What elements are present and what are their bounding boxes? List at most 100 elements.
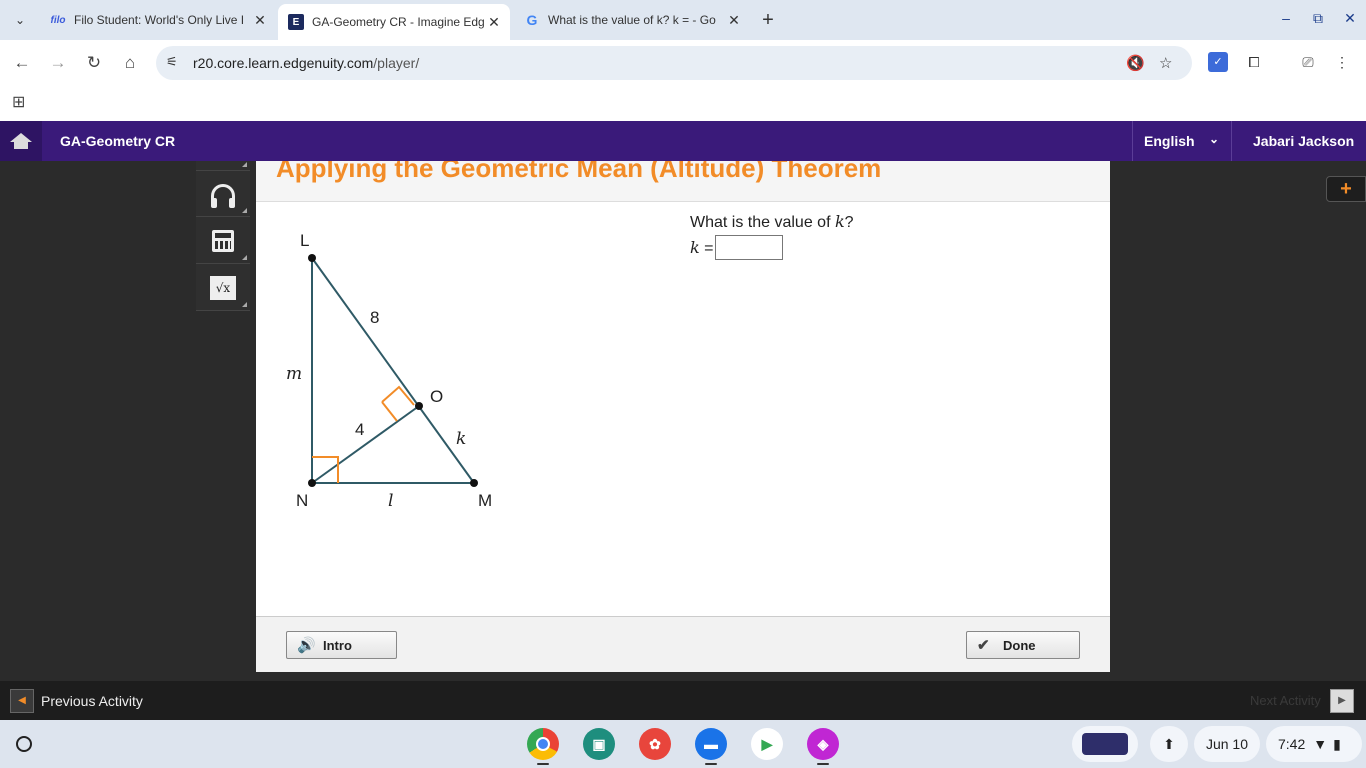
vertex-O-dot xyxy=(415,402,423,410)
headphones-icon xyxy=(211,183,235,208)
battery-icon: ▮ xyxy=(1333,735,1341,752)
next-activity-label[interactable]: Next Activity xyxy=(1250,693,1321,708)
new-tab-icon[interactable]: + xyxy=(758,8,778,32)
vertex-label-O: O xyxy=(430,387,443,406)
date-tray[interactable]: Jun 10 xyxy=(1194,726,1260,762)
site-info-icon[interactable]: ⚟ xyxy=(166,54,178,70)
upload-icon[interactable]: ⬆ xyxy=(1150,726,1188,762)
segment-NO xyxy=(311,405,420,484)
cast-icon[interactable]: ⎚ xyxy=(1298,52,1318,72)
segment-LM xyxy=(311,257,475,484)
previous-activity-button[interactable]: ◀ xyxy=(10,689,34,713)
calculator-icon xyxy=(212,229,234,252)
files-app-icon[interactable]: ▬ xyxy=(695,728,727,760)
close-tab-icon[interactable]: ✕ xyxy=(724,12,744,29)
tab-title: What is the value of k? k = - Go xyxy=(548,13,716,27)
next-activity-button[interactable]: ▶ xyxy=(1330,689,1354,713)
previous-activity-label[interactable]: Previous Activity xyxy=(41,693,143,709)
back-icon[interactable]: ← xyxy=(11,52,33,74)
speaker-icon: 🔊 xyxy=(297,637,316,654)
language-label: English xyxy=(1144,133,1195,149)
course-title: GA-Geometry CR xyxy=(60,133,176,149)
done-label: Done xyxy=(1003,637,1036,653)
chrome-app-icon[interactable] xyxy=(527,728,559,760)
launcher-icon[interactable] xyxy=(16,736,32,752)
omnibox[interactable]: ⚟ r20.core.learn.edgenuity.com/player/ 🔇… xyxy=(156,46,1192,80)
language-select[interactable]: English ⌄ xyxy=(1132,121,1232,161)
restore-icon[interactable]: ⧉ xyxy=(1308,8,1328,28)
browser-tab-strip: ⌄ filo Filo Student: World's Only Live I… xyxy=(0,0,1366,40)
calculator-tool[interactable] xyxy=(196,218,250,264)
holding-space-tray[interactable] xyxy=(1072,726,1138,762)
tab-title: Filo Student: World's Only Live I xyxy=(74,13,245,27)
vertex-label-M: M xyxy=(478,491,492,510)
lesson-title: Applying the Geometric Mean (Altitude) T… xyxy=(276,161,882,183)
reload-icon[interactable]: ↻ xyxy=(83,52,105,74)
close-tab-icon[interactable]: ✕ xyxy=(250,12,270,29)
os-shelf: ▣ ✿ ▬ ▶ ◈ ⬆ Jun 10 7:42 ▼ ▮ xyxy=(0,720,1366,768)
lesson-footer: 🔊 Intro ✔ Done xyxy=(256,616,1110,672)
right-angle-O xyxy=(381,385,415,406)
bookmark-star-icon[interactable]: ☆ xyxy=(1159,54,1172,72)
date-text: Jun 10 xyxy=(1205,736,1249,752)
formula-tool[interactable]: √x xyxy=(196,265,250,311)
activity-nav-bar: ◀ Previous Activity Next Activity ▶ xyxy=(0,681,1366,720)
url-path: /player/ xyxy=(373,55,420,71)
url-host: r20.core.learn.edgenuity.com xyxy=(193,55,374,71)
course-home-icon[interactable] xyxy=(0,121,42,161)
lesson-panel: Applying the Geometric Mean (Altitude) T… xyxy=(256,161,1110,672)
checkmark-icon: ✔ xyxy=(977,637,990,654)
address-bar-row: ← → ↻ ⌂ ⚟ r20.core.learn.edgenuity.com/p… xyxy=(0,40,1366,86)
tab-title: GA-Geometry CR - Imagine Edg xyxy=(312,15,484,29)
answer-variable: k xyxy=(690,238,700,257)
intro-button[interactable]: 🔊 Intro xyxy=(286,631,397,659)
canvas-app-icon[interactable]: ✿ xyxy=(639,728,671,760)
label-LO: 8 xyxy=(370,308,379,327)
user-name[interactable]: Jabari Jackson xyxy=(1253,133,1354,149)
edgenuity-icon: E xyxy=(288,14,304,30)
answer-input[interactable] xyxy=(715,235,783,260)
muted-icon[interactable]: 🔇 xyxy=(1126,54,1145,72)
close-tab-icon[interactable]: ✕ xyxy=(484,14,504,31)
answer-equals: = xyxy=(699,240,714,257)
question-prefix: What is the value of xyxy=(690,214,835,231)
pencil-tool[interactable] xyxy=(196,135,250,171)
audio-tool[interactable] xyxy=(196,171,250,217)
classroom-app-icon[interactable]: ▣ xyxy=(583,728,615,760)
label-OM: k xyxy=(456,429,466,449)
vertex-label-N: N xyxy=(296,491,308,510)
tool-rail: √x xyxy=(196,161,250,311)
apps-grid-icon[interactable]: ⊞ xyxy=(12,92,25,112)
wifi-icon: ▼ xyxy=(1313,736,1328,752)
time-text: 7:42 xyxy=(1278,736,1306,752)
forward-icon[interactable]: → xyxy=(47,52,69,74)
close-window-icon[interactable]: ✕ xyxy=(1340,8,1360,28)
browser-tab-google[interactable]: G What is the value of k? k = - Go ✕ xyxy=(514,6,750,34)
status-tray[interactable]: 7:42 ▼ ▮ xyxy=(1266,726,1362,762)
vertex-N-dot xyxy=(308,479,316,487)
done-button[interactable]: ✔ Done xyxy=(966,631,1080,659)
vertex-label-L: L xyxy=(300,231,309,250)
expand-plus-button[interactable]: + xyxy=(1326,176,1366,202)
triangle-figure: L N M O 8 4 k m l xyxy=(286,231,492,511)
question-text: What is the value of k? xyxy=(690,212,854,232)
home-icon[interactable]: ⌂ xyxy=(119,52,141,74)
extensions-puzzle-icon[interactable]: ⧠ xyxy=(1244,52,1264,72)
answer-label: k = xyxy=(690,238,714,258)
vertex-M-dot xyxy=(470,479,478,487)
extension-shield-icon[interactable]: ✓ xyxy=(1208,52,1228,72)
tab-search-chevron-icon[interactable]: ⌄ xyxy=(8,8,32,32)
question-suffix: ? xyxy=(844,214,854,231)
right-angle-O-leg xyxy=(381,401,398,422)
label-NO: 4 xyxy=(355,420,364,439)
minimize-icon[interactable]: – xyxy=(1276,8,1296,28)
label-NM: l xyxy=(388,491,393,511)
menu-kebab-icon[interactable]: ⋮ xyxy=(1332,52,1352,72)
browser-tab-edgenuity[interactable]: E GA-Geometry CR - Imagine Edg ✕ xyxy=(278,4,510,40)
screencast-app-icon[interactable]: ◈ xyxy=(807,728,839,760)
url-text[interactable]: r20.core.learn.edgenuity.com/player/ xyxy=(193,55,419,71)
google-icon: G xyxy=(526,12,538,28)
play-store-icon[interactable]: ▶ xyxy=(751,728,783,760)
intro-label: Intro xyxy=(323,637,352,653)
browser-tab-filo[interactable]: filo Filo Student: World's Only Live I ✕ xyxy=(40,6,276,34)
